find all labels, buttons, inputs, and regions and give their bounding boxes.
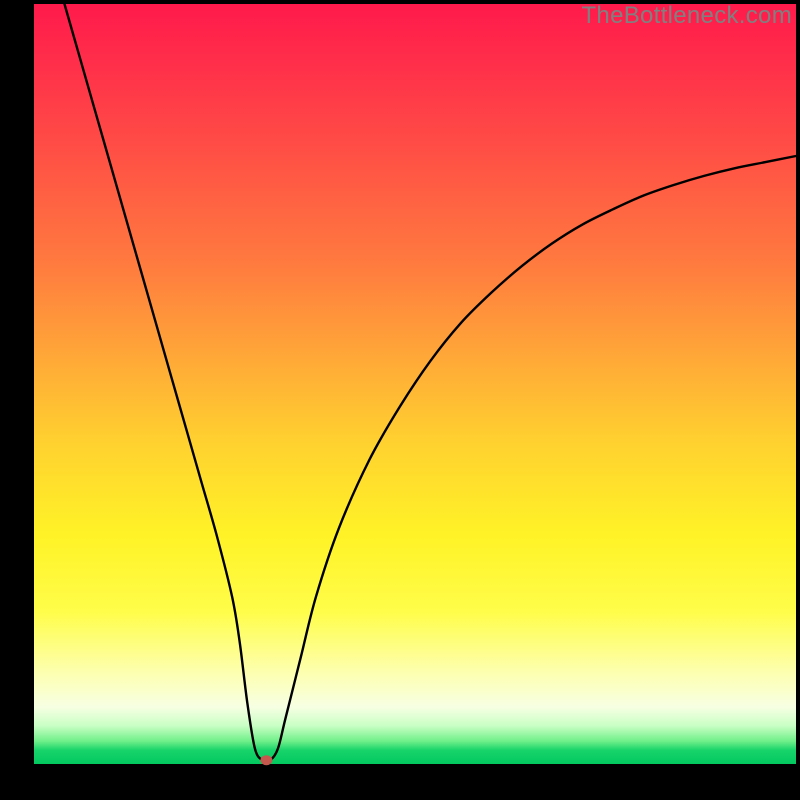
bottleneck-curve	[64, 4, 796, 762]
watermark-text: TheBottleneck.com	[581, 2, 792, 30]
curve-layer	[34, 4, 796, 764]
chart-stage: TheBottleneck.com	[0, 0, 800, 800]
plot-frame	[34, 4, 796, 764]
plot-area	[34, 4, 796, 764]
optimal-point-marker	[260, 755, 272, 765]
